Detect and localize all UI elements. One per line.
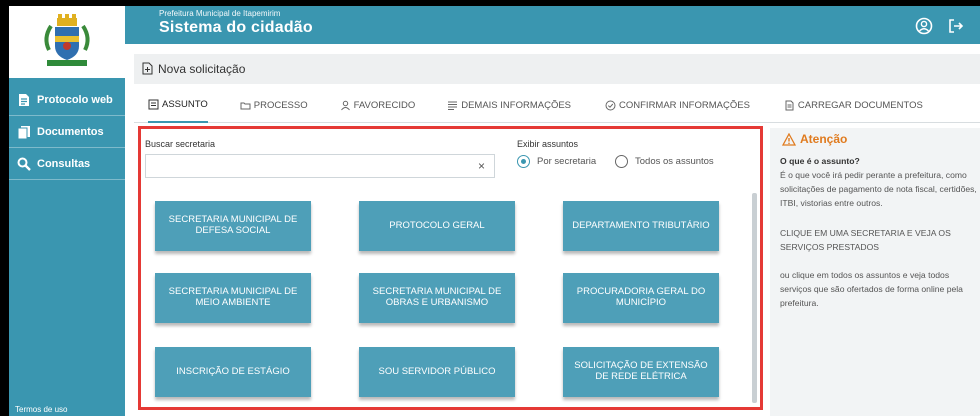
tab-carregar-documentos[interactable]: CARREGAR DOCUMENTOS: [784, 88, 923, 123]
document-icon: [784, 100, 795, 111]
card-extensao-rede-eletrica[interactable]: SOLICITAÇÃO DE EXTENSÃO DE REDE ELÉTRICA: [563, 347, 719, 397]
radio-todos-assuntos[interactable]: Todos os assuntos: [615, 155, 714, 168]
tab-label: DEMAIS INFORMAÇÕES: [461, 99, 572, 111]
info-paragraph-3: ou clique em todos os assuntos e veja to…: [780, 270, 963, 308]
display-label: Exibir assuntos: [517, 139, 579, 149]
sidebar-item-label: Protocolo web: [37, 93, 113, 106]
tab-demais-informacoes[interactable]: DEMAIS INFORMAÇÕES: [447, 88, 571, 123]
new-document-icon: [142, 62, 154, 76]
logout-icon[interactable]: [947, 17, 965, 35]
info-paragraph-2: CLIQUE EM UMA SECRETARIA E VEJA OS SERVI…: [780, 228, 951, 252]
search-icon: [17, 157, 31, 171]
city-logo: [9, 6, 125, 78]
card-obras-urbanismo[interactable]: SECRETARIA MUNICIPAL DE OBRAS E URBANISM…: [359, 273, 515, 323]
sidebar-item-consultas[interactable]: Consultas: [9, 148, 125, 180]
tab-label: CARREGAR DOCUMENTOS: [797, 99, 923, 111]
radio-unselected-icon: [615, 155, 628, 168]
tab-label: PROCESSO: [253, 99, 308, 111]
search-input[interactable]: ×: [145, 154, 495, 178]
radio-por-secretaria[interactable]: Por secretaria: [517, 155, 596, 168]
card-protocolo-geral[interactable]: PROTOCOLO GERAL: [359, 201, 515, 251]
files-icon: [17, 125, 31, 139]
search-label: Buscar secretaria: [145, 139, 216, 149]
attention-title-text: Atenção: [800, 132, 848, 146]
sidebar-item-label: Documentos: [37, 125, 104, 138]
scrollbar[interactable]: [752, 193, 757, 403]
tab-processo[interactable]: PROCESSO: [240, 88, 308, 123]
org-name: Prefeitura Municipal de Itapemirim: [159, 9, 281, 18]
card-inscricao-estagio[interactable]: INSCRIÇÃO DE ESTÁGIO: [155, 347, 311, 397]
tab-assunto[interactable]: ASSUNTO: [148, 88, 208, 123]
app-title: Sistema do cidadão: [159, 19, 313, 36]
folder-icon: [240, 100, 251, 111]
warning-icon: [782, 132, 796, 146]
user-icon: [340, 100, 351, 111]
left-border: [0, 0, 9, 416]
tab-favorecido[interactable]: FAVORECIDO: [340, 88, 416, 123]
sidebar: Protocolo web Documentos Consultas Termo…: [9, 6, 125, 416]
info-paragraph-1: É o que você irá pedir perante a prefeit…: [780, 170, 977, 208]
radio-selected-icon: [517, 155, 530, 168]
app-header: Prefeitura Municipal de Itapemirim Siste…: [125, 6, 980, 44]
check-circle-icon: [605, 100, 616, 111]
subject-selection-panel: Buscar secretaria × Exibir assuntos Por …: [138, 126, 763, 410]
clear-icon[interactable]: ×: [478, 159, 485, 173]
attention-title: Atenção: [782, 132, 847, 146]
tab-confirmar-informacoes[interactable]: CONFIRMAR INFORMAÇÕES: [605, 88, 750, 123]
sidebar-item-documentos[interactable]: Documentos: [9, 116, 125, 148]
list-icon: [148, 99, 159, 110]
coat-of-arms-icon: [37, 12, 97, 72]
page-title-bar: Nova solicitação: [134, 54, 980, 84]
info-question: O que é o assunto?: [780, 156, 860, 166]
tab-label: FAVORECIDO: [353, 99, 416, 111]
card-departamento-tributario[interactable]: DEPARTAMENTO TRIBUTÁRIO: [563, 201, 719, 251]
user-icon[interactable]: [915, 17, 933, 35]
page-title: Nova solicitação: [158, 62, 246, 76]
wizard-tabs: ASSUNTO PROCESSO FAVORECIDO DEMAIS INFOR…: [134, 88, 980, 123]
radio-label: Todos os assuntos: [635, 156, 714, 167]
sidebar-item-label: Consultas: [37, 157, 91, 170]
tab-label: ASSUNTO: [162, 98, 208, 110]
document-icon: [17, 93, 31, 107]
card-procuradoria-geral[interactable]: PROCURADORIA GERAL DO MUNICÍPIO: [563, 273, 719, 323]
attention-panel: Atenção O que é o assunto? É o que você …: [770, 128, 980, 416]
sidebar-item-protocolo-web[interactable]: Protocolo web: [9, 84, 125, 116]
card-meio-ambiente[interactable]: SECRETARIA MUNICIPAL DE MEIO AMBIENTE: [155, 273, 311, 323]
side-navigation: Protocolo web Documentos Consultas: [9, 84, 125, 180]
card-servidor-publico[interactable]: SOU SERVIDOR PÚBLICO: [359, 347, 515, 397]
card-defesa-social[interactable]: SECRETARIA MUNICIPAL DE DEFESA SOCIAL: [155, 201, 311, 251]
terms-link[interactable]: Termos de uso: [15, 405, 67, 414]
radio-label: Por secretaria: [537, 156, 597, 167]
lines-icon: [447, 100, 458, 111]
tab-label: CONFIRMAR INFORMAÇÕES: [619, 99, 750, 111]
